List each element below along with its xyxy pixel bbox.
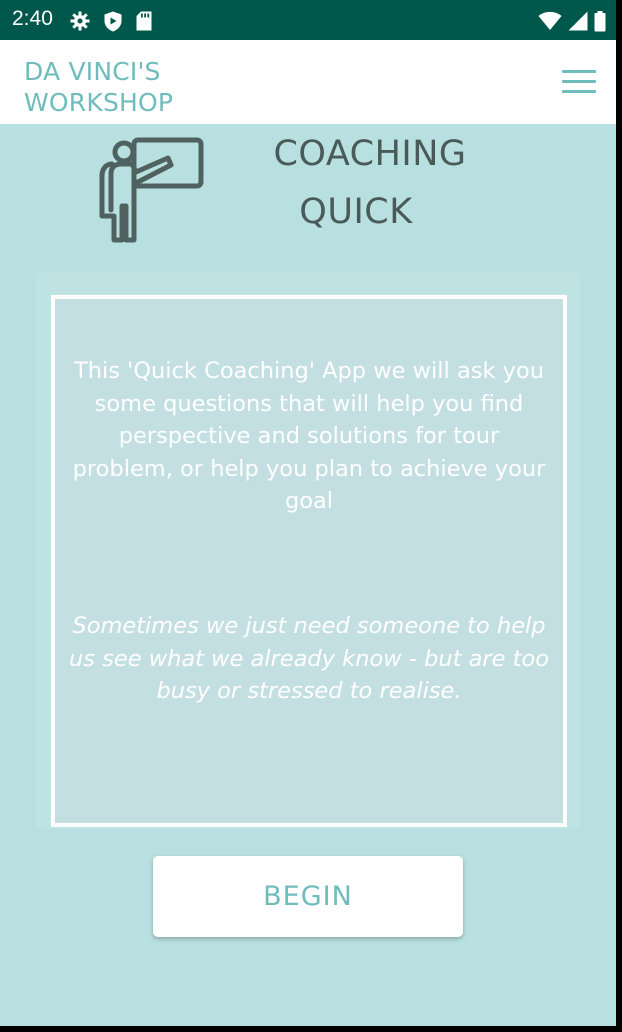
page-title-line2: QUICK [299,192,413,232]
info-panel: This 'Quick Coaching' App we will ask yo… [51,295,567,827]
app-screen: 2:40 DA VINCI'S WORKSHOP COACHING QUICK … [0,0,616,1026]
wifi-icon [538,11,562,30]
battery-icon [594,10,606,31]
menu-bar-middle [562,80,596,83]
settings-icon [70,11,90,31]
signal-icon [568,11,588,31]
shield-icon [104,11,122,31]
begin-button[interactable]: BEGIN [153,856,463,937]
app-title: DA VINCI'S WORKSHOP [24,56,173,118]
status-icons-right [538,10,606,32]
status-bar: 2:40 [0,0,616,40]
intro-text: This 'Quick Coaching' App we will ask yo… [72,358,546,514]
menu-bar-bottom [562,90,596,93]
hamburger-menu-icon[interactable] [562,68,596,96]
teacher-presentation-icon [99,137,204,243]
sd-card-icon [136,11,152,31]
app-title-line1: DA VINCI'S [24,57,161,86]
menu-bar-top [562,70,596,73]
app-bar: DA VINCI'S WORKSHOP [0,40,616,124]
quote-text: Sometimes we just need someone to help u… [69,613,549,704]
app-title-line2: WORKSHOP [24,88,174,117]
status-time: 2:40 [12,7,53,30]
status-icons-left [70,10,152,32]
page-title-line1: COACHING [273,134,467,174]
